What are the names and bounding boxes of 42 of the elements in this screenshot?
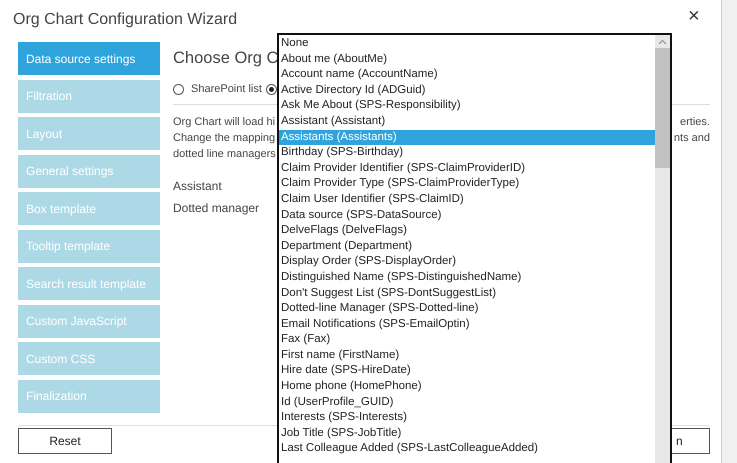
dropdown-option[interactable]: Dotted-line Manager (SPS-Dotted-line) <box>279 301 655 317</box>
dropdown-option[interactable]: Job Title (SPS-JobTitle) <box>279 426 655 442</box>
radio-label[interactable]: SharePoint list <box>191 80 262 98</box>
dropdown-option[interactable]: About me (AboutMe) <box>279 52 655 68</box>
dropdown-option[interactable]: Claim Provider Type (SPS-ClaimProviderType) <box>279 176 655 192</box>
dropdown-option[interactable]: DelveFlags (DelveFlags) <box>279 223 655 239</box>
scrollbar[interactable] <box>655 35 670 463</box>
description-text: nts and <box>674 131 710 146</box>
dropdown-option[interactable]: Claim Provider Identifier (SPS-ClaimProviderID) <box>279 160 655 176</box>
dropdown-option[interactable]: Active Directory Id (ADGuid) <box>279 82 655 98</box>
dropdown-option[interactable]: Id (UserProfile_GUID) <box>279 394 655 410</box>
dropdown-option[interactable]: Display Order (SPS-DisplayOrder) <box>279 254 655 270</box>
dropdown-option[interactable]: Distinguished Name (SPS-DistinguishedName) <box>279 270 655 286</box>
dropdown-option[interactable]: Birthday (SPS-Birthday) <box>279 145 655 161</box>
dropdown-option[interactable]: Hire date (SPS-HireDate) <box>279 363 655 380</box>
description-text: Org Chart will load hi <box>173 115 276 130</box>
scroll-up-icon[interactable] <box>658 39 667 45</box>
dropdown-option[interactable]: Account name (AccountName) <box>279 67 655 83</box>
dropdown-option[interactable]: Interests (SPS-Interests) <box>279 410 655 426</box>
description-text: erties. <box>680 115 710 130</box>
dropdown-option[interactable]: Home phone (HomePhone) <box>279 379 655 395</box>
dropdown-option[interactable]: Assistant (Assistant) <box>279 114 655 130</box>
description-text: Change the mapping <box>173 131 276 146</box>
dropdown-option[interactable]: Ask Me About (SPS-Responsibility) <box>279 98 655 114</box>
field-label: Dotted manager <box>173 200 260 216</box>
dropdown-option[interactable]: Claim User Identifier (SPS-ClaimID) <box>279 192 655 208</box>
description-text: dotted line managers <box>173 147 276 162</box>
dropdown-option[interactable]: Last Colleague Added (SPS-LastColleagueAdded) <box>279 441 655 458</box>
footer-button[interactable]: Reset <box>18 428 112 454</box>
close-button[interactable]: × <box>684 4 704 28</box>
dropdown-option[interactable]: Fax (Fax) <box>279 332 655 348</box>
window-title: Org Chart Configuration Wizard <box>13 10 238 30</box>
scrollbar-thumb[interactable] <box>655 48 670 168</box>
dropdown-option[interactable]: Don't Suggest List (SPS-DontSuggestList) <box>279 286 655 302</box>
dropdown-option[interactable]: Data source (SPS-DataSource) <box>279 208 655 224</box>
dropdown-option[interactable]: Department (Department) <box>279 238 655 254</box>
dropdown-option[interactable]: First name (FirstName) <box>279 348 655 364</box>
dropdown-option[interactable]: Email Notifications (SPS-EmailOptin) <box>279 316 655 332</box>
section-heading: Choose Org C <box>173 48 278 69</box>
dropdown-option[interactable]: None <box>279 36 655 52</box>
field-label: Assistant <box>173 178 222 194</box>
radio-button[interactable] <box>173 84 184 94</box>
